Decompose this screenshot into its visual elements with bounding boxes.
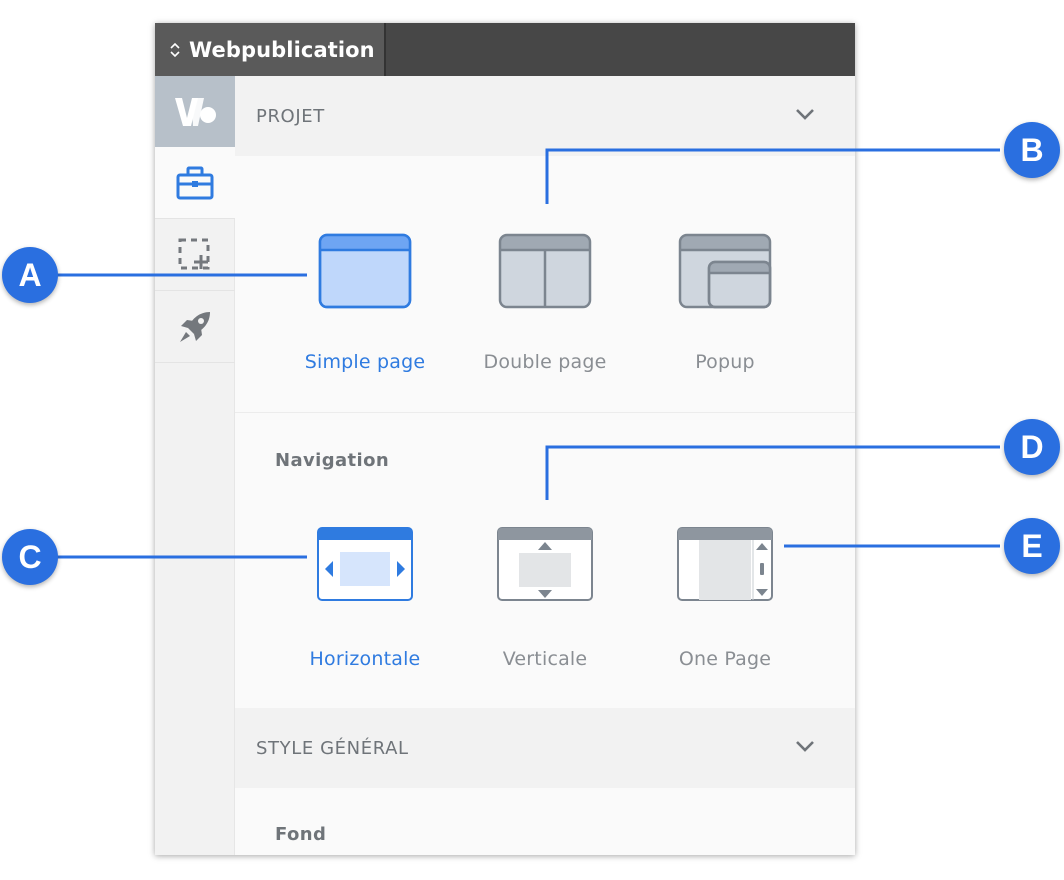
horizontal-navigation-icon [317, 527, 413, 601]
sidebar-item-publish[interactable] [155, 291, 235, 363]
annotation-badge-d: D [1004, 419, 1060, 475]
option-one-page[interactable]: One Page [635, 527, 815, 707]
option-horizontale[interactable]: Horizontale [275, 527, 455, 707]
annotation-badge-e: E [1004, 518, 1060, 574]
sidebar-item-tools[interactable] [155, 147, 235, 219]
divider [235, 412, 855, 413]
option-double-page[interactable]: Double page [455, 233, 635, 413]
option-label: Horizontale [309, 648, 421, 670]
top-bar: Webpublication [155, 23, 855, 76]
section-header-style-general[interactable]: STYLE GÉNÉRAL [235, 708, 855, 788]
app-title: Webpublication [189, 37, 375, 62]
double-page-icon [498, 233, 592, 309]
section-title: STYLE GÉNÉRAL [256, 737, 409, 759]
popup-icon [678, 233, 772, 309]
up-down-chevron-icon [170, 42, 180, 57]
add-selection-icon [178, 238, 210, 269]
toolbox-icon [176, 166, 214, 199]
webpublication-logo-icon [175, 97, 216, 126]
sidebar-item-add[interactable] [155, 219, 235, 291]
chevron-down-icon [796, 741, 814, 752]
subsection-title-navigation: Navigation [275, 450, 390, 471]
rocket-icon [180, 311, 210, 342]
annotation-badge-a: A [2, 247, 58, 303]
sidebar-item-logo[interactable] [155, 76, 235, 147]
option-label: Simple page [304, 351, 426, 373]
option-label: Popup [695, 351, 755, 373]
option-popup[interactable]: Popup [635, 233, 815, 413]
vertical-navigation-icon [497, 527, 593, 601]
sidebar [155, 76, 235, 855]
option-simple-page[interactable]: Simple page [275, 233, 455, 413]
option-label: Verticale [502, 648, 588, 670]
annotation-badge-c: C [2, 529, 58, 585]
one-page-navigation-icon [677, 527, 773, 601]
main-content: PROJET Simple page Double page Popup Nav… [235, 76, 855, 855]
option-label: Double page [483, 351, 607, 373]
section-header-projet[interactable]: PROJET [235, 76, 855, 156]
settings-panel: Webpublication PROJET Simple page Double… [155, 23, 855, 855]
option-verticale[interactable]: Verticale [455, 527, 635, 707]
project-selector[interactable]: Webpublication [155, 23, 386, 76]
chevron-down-icon [796, 109, 814, 120]
section-title: PROJET [256, 105, 325, 127]
subsection-title-fond: Fond [275, 824, 327, 845]
simple-page-icon [318, 233, 412, 309]
option-label: One Page [678, 648, 772, 670]
annotation-badge-b: B [1004, 122, 1060, 178]
